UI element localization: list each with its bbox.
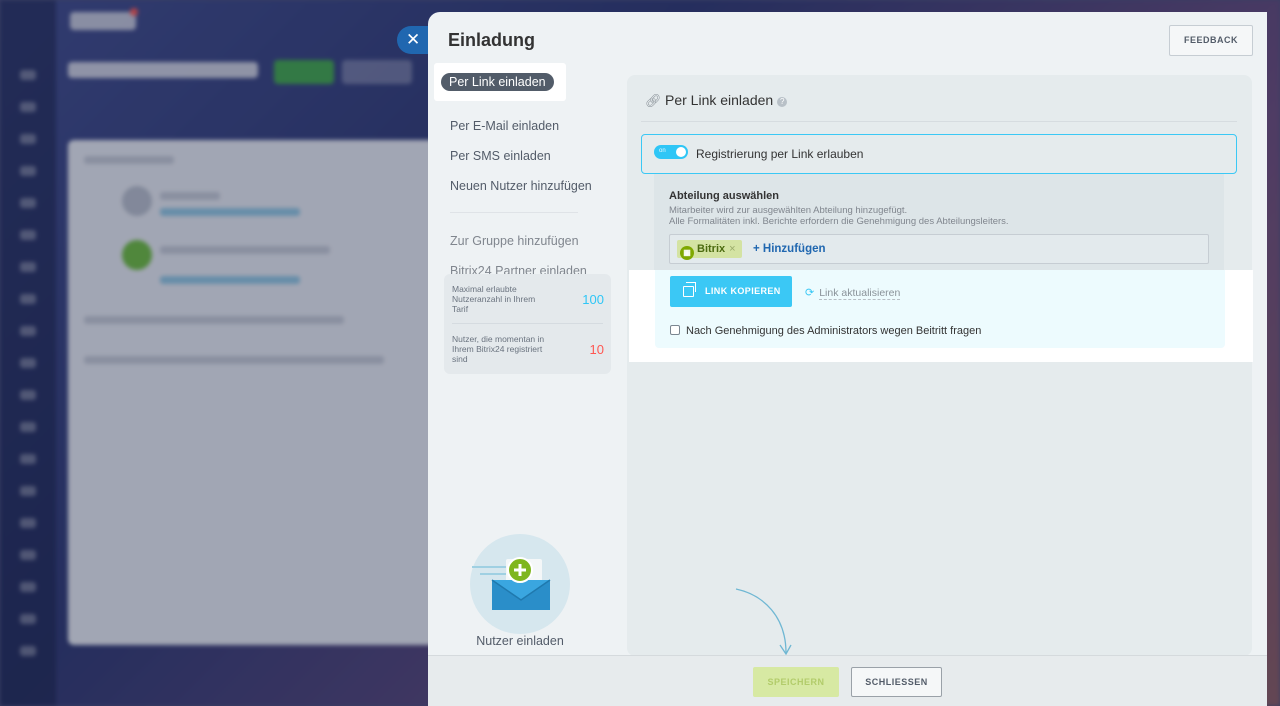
stat-current-users: Nutzer, die momentan in Ihrem Bitrix24 r… (452, 334, 604, 364)
menu-item-sms[interactable]: Per SMS einladen (450, 149, 551, 163)
refresh-icon: ⟳ (805, 287, 815, 299)
copy-link-highlight: LINK KOPIEREN ⟳ Link aktualisieren Nach G… (629, 270, 1253, 362)
card-title-text: Per Link einladen (665, 92, 774, 108)
toggle-knob (676, 147, 686, 157)
close-icon: ✕ (406, 30, 421, 49)
illustration-caption: Nutzer einladen (476, 634, 564, 648)
department-tag-label: Bitrix (697, 243, 726, 255)
envelope-add-icon (470, 534, 570, 634)
menu-item-new-user[interactable]: Neuen Nutzer hinzufügen (450, 179, 592, 193)
admin-approval-checkbox[interactable]: Nach Genehmigung des Administrators wege… (670, 325, 981, 337)
copy-link-button[interactable]: LINK KOPIEREN (670, 276, 792, 307)
card-divider (641, 121, 1237, 122)
help-icon[interactable]: ? (777, 97, 788, 107)
slider-header: Einladung FEEDBACK (428, 12, 1267, 70)
registration-toggle-row: on Registrierung per Link erlauben (641, 134, 1237, 174)
stat-divider (452, 323, 603, 324)
tag-remove-icon[interactable]: × (729, 243, 735, 255)
refresh-link-button[interactable]: ⟳ Link aktualisieren (805, 286, 901, 300)
registration-toggle[interactable]: on (654, 145, 688, 159)
admin-approval-label: Nach Genehmigung des Administrators wege… (686, 325, 982, 337)
copy-link-label: LINK KOPIEREN (705, 286, 781, 296)
department-desc-line-2: Alle Formalitäten inkl. Berichte erforde… (669, 216, 1009, 227)
toggle-state: on (659, 148, 666, 154)
page-title: Einladung (448, 30, 535, 50)
arrow-down-icon (735, 588, 792, 656)
menu-divider (450, 212, 578, 213)
checkbox-icon[interactable] (670, 325, 680, 335)
department-title: Abteilung auswählen (669, 190, 780, 202)
stat-current-label: Nutzer, die momentan in Ihrem Bitrix24 r… (452, 334, 545, 364)
card-title: Per Link einladen? (665, 92, 788, 108)
save-button[interactable]: SPEICHERN (753, 667, 839, 697)
user-limit-stats: Maximal erlaubte Nutzeranzahl in Ihrem T… (444, 274, 611, 374)
department-description: Mitarbeiter wird zur ausgewählten Abteil… (669, 205, 1009, 227)
menu-item-link[interactable]: Per Link einladen (441, 73, 554, 91)
slider-footer: SPEICHERN SCHLIESSEN (428, 655, 1267, 706)
department-selector[interactable]: ▦ Bitrix × + Hinzufügen (669, 234, 1209, 264)
department-tag: ▦ Bitrix × (677, 240, 742, 260)
department-desc-line-1: Mitarbeiter wird zur ausgewählten Abteil… (669, 205, 908, 216)
department-icon: ▦ (680, 246, 694, 260)
registration-toggle-label: Registrierung per Link erlauben (696, 147, 864, 161)
link-icon: 🔗︎ (645, 93, 662, 108)
menu-item-group[interactable]: Zur Gruppe hinzufügen (450, 234, 579, 248)
stat-current-value: 10 (589, 342, 604, 357)
refresh-link-label: Link aktualisieren (819, 287, 901, 300)
stat-max-label: Maximal erlaubte Nutzeranzahl in Ihrem T… (452, 284, 536, 314)
active-menu-highlight: Per Link einladen (434, 63, 566, 101)
close-button[interactable]: SCHLIESSEN (851, 667, 942, 697)
stat-max-users: Maximal erlaubte Nutzeranzahl in Ihrem T… (452, 284, 604, 314)
copy-link-section: LINK KOPIEREN ⟳ Link aktualisieren Nach G… (655, 270, 1225, 348)
link-invite-card: 🔗︎ Per Link einladen? on Registrierung p… (627, 75, 1252, 656)
stat-max-value: 100 (582, 292, 604, 307)
copy-icon (683, 282, 696, 297)
menu-item-email[interactable]: Per E-Mail einladen (450, 119, 559, 133)
feedback-button[interactable]: FEEDBACK (1169, 25, 1253, 56)
add-department-link[interactable]: + Hinzufügen (753, 243, 826, 255)
